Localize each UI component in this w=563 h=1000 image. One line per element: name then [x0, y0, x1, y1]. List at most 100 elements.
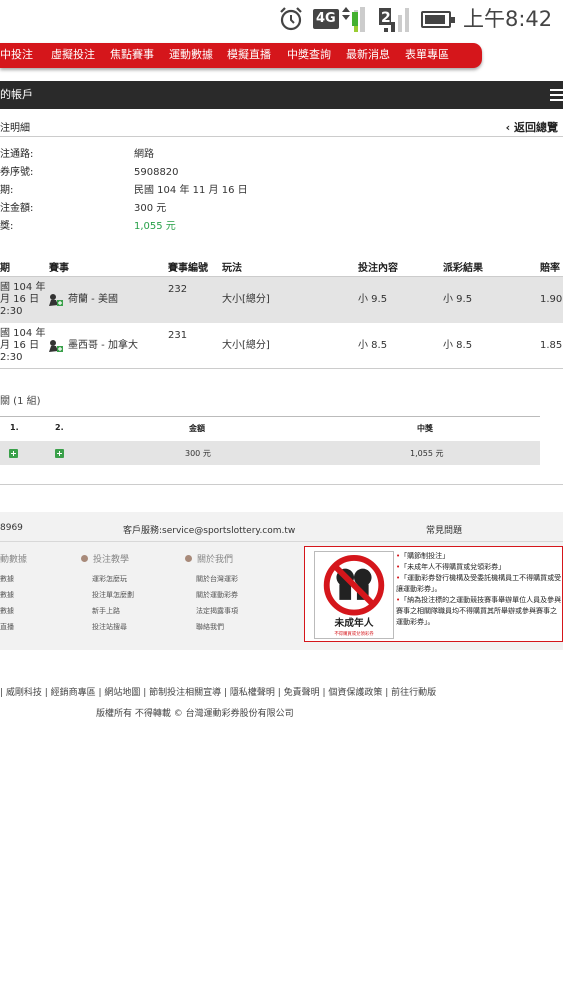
- table-row: 國 104 年 月 16 日 2:30 墨西哥 - 加拿大 231 大小[總分]…: [0, 323, 563, 369]
- col-odds: 賠率: [540, 263, 560, 274]
- group-col-prize: 中獎: [417, 424, 433, 433]
- notice-line: •「未成年人不得購買或兌領彩券」: [396, 563, 506, 571]
- play-type: 大小[總分]: [222, 294, 270, 305]
- date-line: 國 104 年: [0, 282, 46, 293]
- nav-item-prize-query[interactable]: 中獎查詢: [287, 47, 331, 63]
- nav-item-virtual-bet[interactable]: 虛擬投注: [51, 47, 95, 63]
- footer-link[interactable]: 聯絡我們: [196, 622, 224, 632]
- match-name[interactable]: 墨西哥 - 加拿大: [68, 340, 138, 352]
- date-cell: 國 104 年 月 16 日 2:30: [0, 328, 46, 364]
- account-title: 的帳戶: [0, 88, 33, 101]
- footer-link[interactable]: 關於運動彩券: [196, 590, 238, 600]
- table-row: 國 104 年 月 16 日 2:30 荷蘭 - 美國 232 大小[總分] 小…: [0, 277, 563, 323]
- baseball-player-icon: [49, 294, 63, 306]
- col-match: 賽事: [49, 263, 69, 274]
- info-row-date: 期: 民國 104 年 11 月 16 日: [0, 182, 563, 200]
- bets-table-header: 期 賽事 賽事編號 玩法 投注內容 派彩結果 賠率: [0, 255, 563, 277]
- notice-line: •「購節制投注」: [396, 552, 450, 560]
- alarm-icon: [280, 7, 302, 31]
- notice-line-text: 「納為投注標的之運動競技賽事舉辦單位人員及參與賽事之相關隊職員均不得購買其所舉辦…: [396, 596, 562, 626]
- date-cell: 國 104 年 月 16 日 2:30: [0, 282, 46, 318]
- bullet-icon: [185, 555, 192, 562]
- group-prize: 1,055 元: [410, 449, 444, 458]
- group-col-1: 1.: [10, 423, 19, 432]
- footer-contact-bar: 8969 客戶服務:service@sportslottery.com.tw 常…: [0, 512, 563, 542]
- back-to-overview-link[interactable]: ‹ 返回總覽: [506, 119, 558, 135]
- date-line: 2:30: [0, 306, 23, 317]
- service-email[interactable]: 客戶服務:service@sportslottery.com.tw: [123, 523, 295, 536]
- footer-link[interactable]: 法定揭露事項: [196, 606, 238, 616]
- bet-content: 小 9.5: [358, 294, 388, 305]
- footer-link[interactable]: 運彩怎麼玩: [92, 574, 127, 584]
- divider: [0, 484, 563, 485]
- phone-number: 8969: [0, 523, 23, 533]
- group-label: 關 (1 組): [0, 396, 41, 407]
- info-value: 5908820: [134, 167, 179, 178]
- baseball-player-icon: [49, 340, 63, 352]
- nav-item-sports-data[interactable]: 運動數據: [169, 47, 213, 63]
- copyright: 版權所有 不得轉載 © 台灣運動彩券股份有限公司: [96, 709, 294, 719]
- bet-result: 小 9.5: [443, 294, 473, 305]
- nav-item-focus-events[interactable]: 焦點賽事: [110, 47, 154, 63]
- group-col-amount: 金額: [189, 424, 205, 433]
- bet-result: 小 8.5: [443, 340, 473, 351]
- footer-link[interactable]: 投注單怎麼劃: [92, 590, 134, 600]
- col-code: 賽事編號: [168, 263, 208, 274]
- plus-icon[interactable]: [9, 449, 18, 458]
- footer-link[interactable]: 數據: [0, 606, 14, 616]
- group-row: 300 元 1,055 元: [0, 441, 540, 465]
- footer-link[interactable]: 投注站搜尋: [92, 622, 127, 632]
- nav-item-latest-news[interactable]: 最新消息: [346, 47, 390, 63]
- odds: 1.90: [540, 294, 563, 305]
- nav-item-forms[interactable]: 表單專區: [405, 47, 449, 63]
- group-col-2: 2.: [55, 423, 64, 432]
- faq-link[interactable]: 常見問題: [426, 523, 462, 536]
- notice-line-text: 「未成年人不得購買或兌領彩券」: [400, 563, 506, 571]
- col-date: 期: [0, 263, 10, 274]
- footer-link[interactable]: 新手上路: [92, 606, 120, 616]
- info-value: 民國 104 年 11 月 16 日: [134, 185, 248, 196]
- match-name[interactable]: 荷蘭 - 美國: [68, 294, 118, 306]
- footer-link[interactable]: 數據: [0, 590, 14, 600]
- notice-img-subtitle: 不得購買或兌領彩券: [334, 630, 374, 637]
- signal-icon-sim2: 2: [379, 8, 409, 32]
- match-code: 231: [168, 330, 188, 341]
- col-result: 派彩結果: [443, 263, 483, 274]
- notice-line-text: 「運動彩券發行機構及受委託機構員工不得購買或受讓運動彩券」。: [396, 574, 562, 593]
- status-time: 上午8:42: [463, 7, 553, 31]
- detail-title: 注明細: [0, 123, 30, 134]
- match-code: 232: [168, 284, 188, 295]
- play-type: 大小[總分]: [222, 340, 270, 351]
- nav-item-simulated-live[interactable]: 模擬直播: [227, 47, 271, 63]
- info-value: 網路: [134, 149, 154, 160]
- network-type: 4G: [313, 9, 339, 29]
- notice-line: •「運動彩券發行機構及受委託機構員工不得購買或受讓運動彩券」。: [396, 574, 562, 593]
- bet-content: 小 8.5: [358, 340, 388, 351]
- footer-col-tutorial: 投注教學: [81, 552, 129, 565]
- plus-icon[interactable]: [55, 449, 64, 458]
- notice-line: •「納為投注標的之運動競技賽事舉辦單位人員及參與賽事之相關隊職員均不得購買其所舉…: [396, 596, 562, 626]
- col-play: 玩法: [222, 263, 242, 274]
- footer-col-tutorial-label: 投注教學: [93, 555, 130, 565]
- footer-link[interactable]: 數據: [0, 574, 14, 584]
- date-line: 國 104 年: [0, 328, 46, 339]
- info-value: 300 元: [134, 203, 167, 214]
- prize-value: 1,055 元: [134, 221, 176, 232]
- status-bar: 4G 2 上午8:42: [0, 0, 563, 38]
- footer-col-about: 關於我們: [185, 552, 233, 565]
- menu-icon[interactable]: [550, 89, 563, 101]
- footer-bottom-links[interactable]: | 威剛科技 | 經銷商專區 | 網站地圖 | 節制投注相關宣導 | 隱私權聲明…: [0, 685, 436, 698]
- detail-header: 注明細 ‹ 返回總覽: [0, 109, 563, 137]
- footer-link[interactable]: 直播: [0, 622, 14, 632]
- group-table: 1. 2. 金額 中獎 300 元 1,055 元: [0, 416, 540, 466]
- main-nav: 中投注 虛擬投注 焦點賽事 運動數據 模擬直播 中獎查詢 最新消息 表單專區: [0, 43, 482, 68]
- footer-link[interactable]: 關於台灣運彩: [196, 574, 238, 584]
- info-label: 注通路:: [0, 149, 34, 160]
- odds: 1.85: [540, 340, 563, 351]
- date-line: 月 16 日: [0, 294, 40, 305]
- info-label: 券序號:: [0, 167, 34, 178]
- battery-icon: [421, 11, 455, 28]
- footer-col-sports-data: 動數據: [0, 555, 28, 565]
- footer-col-about-label: 關於我們: [197, 555, 234, 565]
- nav-item-winning-bets[interactable]: 中投注: [0, 47, 33, 63]
